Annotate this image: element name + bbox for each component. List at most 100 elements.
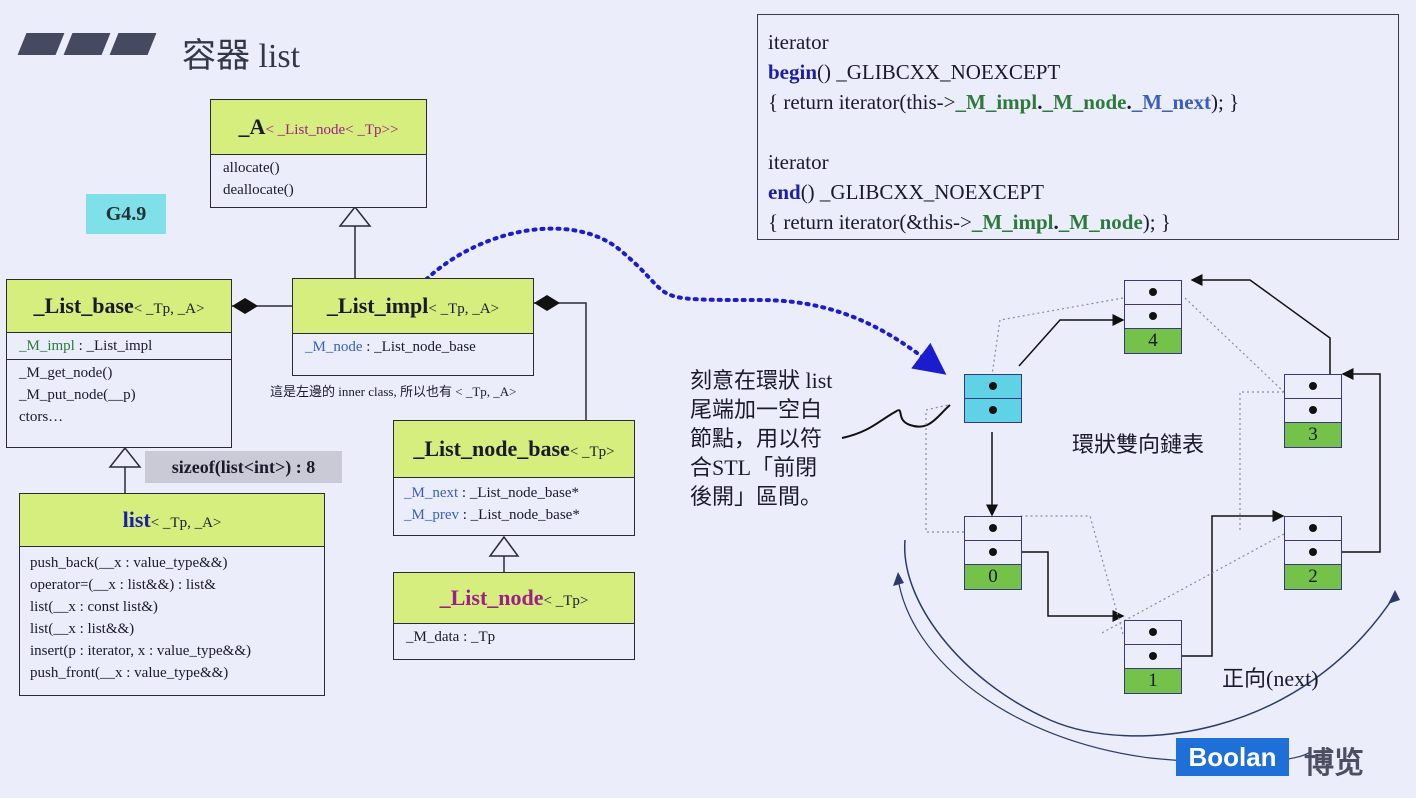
node-cell xyxy=(1285,517,1341,541)
annotation-line: 尾端加一空白 xyxy=(690,397,823,422)
ring-node-0: 0 xyxy=(964,516,1022,590)
node-cell xyxy=(1125,621,1181,645)
node-value: 0 xyxy=(965,565,1021,589)
node-value: 2 xyxy=(1285,565,1341,589)
prev-member-name: _M_prev xyxy=(404,507,459,523)
list-node-class: _List_node< _Tp> _M_data : _Tp xyxy=(393,572,635,660)
list-base-method: _M_put_node(__p) xyxy=(19,387,136,403)
ring-prev-2 xyxy=(1239,391,1284,530)
inherit-triangle-node xyxy=(488,535,520,557)
node-value: 1 xyxy=(1125,669,1181,693)
list-base-method: _M_get_node() xyxy=(19,365,113,381)
backward-arrowhead xyxy=(893,572,904,586)
ring-prev-empty xyxy=(925,404,964,533)
list-base-member-type: : _List_impl xyxy=(74,338,153,354)
boolan-logo-zh: 博览 xyxy=(1304,747,1364,780)
empty-node-cell xyxy=(965,399,1021,422)
list-node-base-members: _M_next : _List_node_base* _M_prev : _Li… xyxy=(394,478,634,530)
list-template: < _Tp, _A> xyxy=(150,515,222,531)
pointer-dot xyxy=(1149,628,1157,636)
ring-link-empty-4 xyxy=(1018,314,1125,367)
allocator-methods: allocate() deallocate() xyxy=(211,155,426,203)
inherit-triangle-impl xyxy=(338,205,372,227)
list-header: list< _Tp, _A> xyxy=(20,494,324,547)
list-method: push_back(__x : value_type&&) xyxy=(30,555,228,571)
annotation-text: 刻意在環狀 list 尾端加一空白 節點，用以符 合STL「前閉 後開」區間。 xyxy=(690,366,832,511)
allocator-name: _A xyxy=(238,114,266,139)
allocator-class: _A< _List_node< _Tp>> allocate() dealloc… xyxy=(210,99,427,208)
pointer-dot xyxy=(989,406,997,414)
node-cell xyxy=(1125,281,1181,305)
list-node-base-class: _List_node_base< _Tp> _M_next : _List_no… xyxy=(393,420,635,536)
ring-link-0-1 xyxy=(1020,551,1125,622)
compose-diamond-base xyxy=(232,298,258,314)
pointer-dot xyxy=(1149,288,1157,296)
pointer-dot xyxy=(989,548,997,556)
ring-link-3-4 xyxy=(1190,274,1331,374)
node-cell xyxy=(965,517,1021,541)
list-base-method: ctors… xyxy=(19,409,64,425)
annotation-line: 刻意在環狀 list xyxy=(690,368,833,393)
annotation-line: 後開」區間。 xyxy=(690,484,823,509)
pointer-dot xyxy=(1309,406,1317,414)
inherit-triangle-list xyxy=(108,446,142,468)
list-base-template: < _Tp, _A> xyxy=(133,301,205,317)
list-node-members: _M_data : _Tp xyxy=(394,624,634,650)
list-node-base-next: _M_next : _List_node_base* xyxy=(404,482,624,504)
forward-arrowhead xyxy=(1388,590,1400,604)
pointer-dot xyxy=(1309,524,1317,532)
list-node-name: _List_node xyxy=(439,585,544,610)
list-method: push_front(__x : value_type&&) xyxy=(30,665,229,681)
pointer-dot xyxy=(1309,382,1317,390)
list-name: list xyxy=(122,507,151,532)
empty-tail-node xyxy=(964,374,1022,423)
allocator-method: allocate() xyxy=(223,160,280,176)
list-impl-member-type: : _List_node_base xyxy=(362,339,476,355)
allocator-method: deallocate() xyxy=(223,182,294,198)
forward-label: 正向(next) xyxy=(1222,666,1319,691)
list-impl-template: < _Tp, _A> xyxy=(428,301,500,317)
list-base-name: _List_base xyxy=(33,293,134,318)
pointer-dot xyxy=(1309,548,1317,556)
list-impl-class: _List_impl< _Tp, _A> _M_node : _List_nod… xyxy=(292,278,534,376)
list-method: operator=(__x : list&&) : list& xyxy=(30,577,216,593)
sizeof-label: sizeof(list<int>) : 8 xyxy=(145,451,342,483)
list-node-base-name: _List_node_base xyxy=(413,436,570,461)
list-node-header: _List_node< _Tp> xyxy=(394,573,634,624)
list-method: list(__x : const list&) xyxy=(30,599,158,615)
allocator-header: _A< _List_node< _Tp>> xyxy=(211,100,426,155)
ring-link-1-2 xyxy=(1180,510,1285,657)
annotation-line: 合STL「前閉 xyxy=(690,455,818,480)
list-impl-name: _List_impl xyxy=(326,293,429,318)
node-value: 3 xyxy=(1285,423,1341,447)
node-cell xyxy=(1125,645,1181,669)
empty-node-cell xyxy=(965,375,1021,399)
list-impl-member-name: _M_node xyxy=(305,339,363,355)
list-base-member-name: _M_impl xyxy=(19,338,75,354)
list-methods: push_back(__x : value_type&&) operator=(… xyxy=(20,547,324,689)
compose-line-impl-nodebase xyxy=(534,302,587,420)
boolan-logo: Boolan xyxy=(1176,738,1289,776)
ring-link-2-3 xyxy=(1340,368,1381,553)
allocator-template: < _List_node< _Tp>> xyxy=(265,122,399,138)
pointer-dot xyxy=(1149,312,1157,320)
list-node-base-header: _List_node_base< _Tp> xyxy=(394,421,634,478)
ring-node-1: 1 xyxy=(1124,620,1182,694)
prev-member-type: : _List_node_base* xyxy=(459,507,580,523)
list-impl-header: _List_impl< _Tp, _A> xyxy=(293,279,533,334)
ring-node-3: 3 xyxy=(1284,374,1342,448)
node-cell xyxy=(965,541,1021,565)
list-base-class: _List_base< _Tp, _A> _M_impl : _List_imp… xyxy=(6,279,232,448)
list-class: list< _Tp, _A> push_back(__x : value_typ… xyxy=(19,493,325,696)
ring-prev-1 xyxy=(1099,533,1285,635)
list-method: insert(p : iterator, x : value_type&&) xyxy=(30,643,252,659)
list-impl-members: _M_node : _List_node_base xyxy=(293,334,533,360)
ring-prev-4 xyxy=(991,297,1124,376)
list-base-methods: _M_get_node() _M_put_node(__p) ctors… xyxy=(7,360,231,430)
list-node-base-prev: _M_prev : _List_node_base* xyxy=(404,504,624,526)
pointer-dot xyxy=(989,524,997,532)
list-node-template: < _Tp> xyxy=(543,593,589,609)
inner-class-note: 這是左邊的 inner class, 所以也有 < _Tp, _A> xyxy=(270,384,517,399)
next-member-name: _M_next xyxy=(404,485,459,501)
node-cell xyxy=(1125,305,1181,329)
